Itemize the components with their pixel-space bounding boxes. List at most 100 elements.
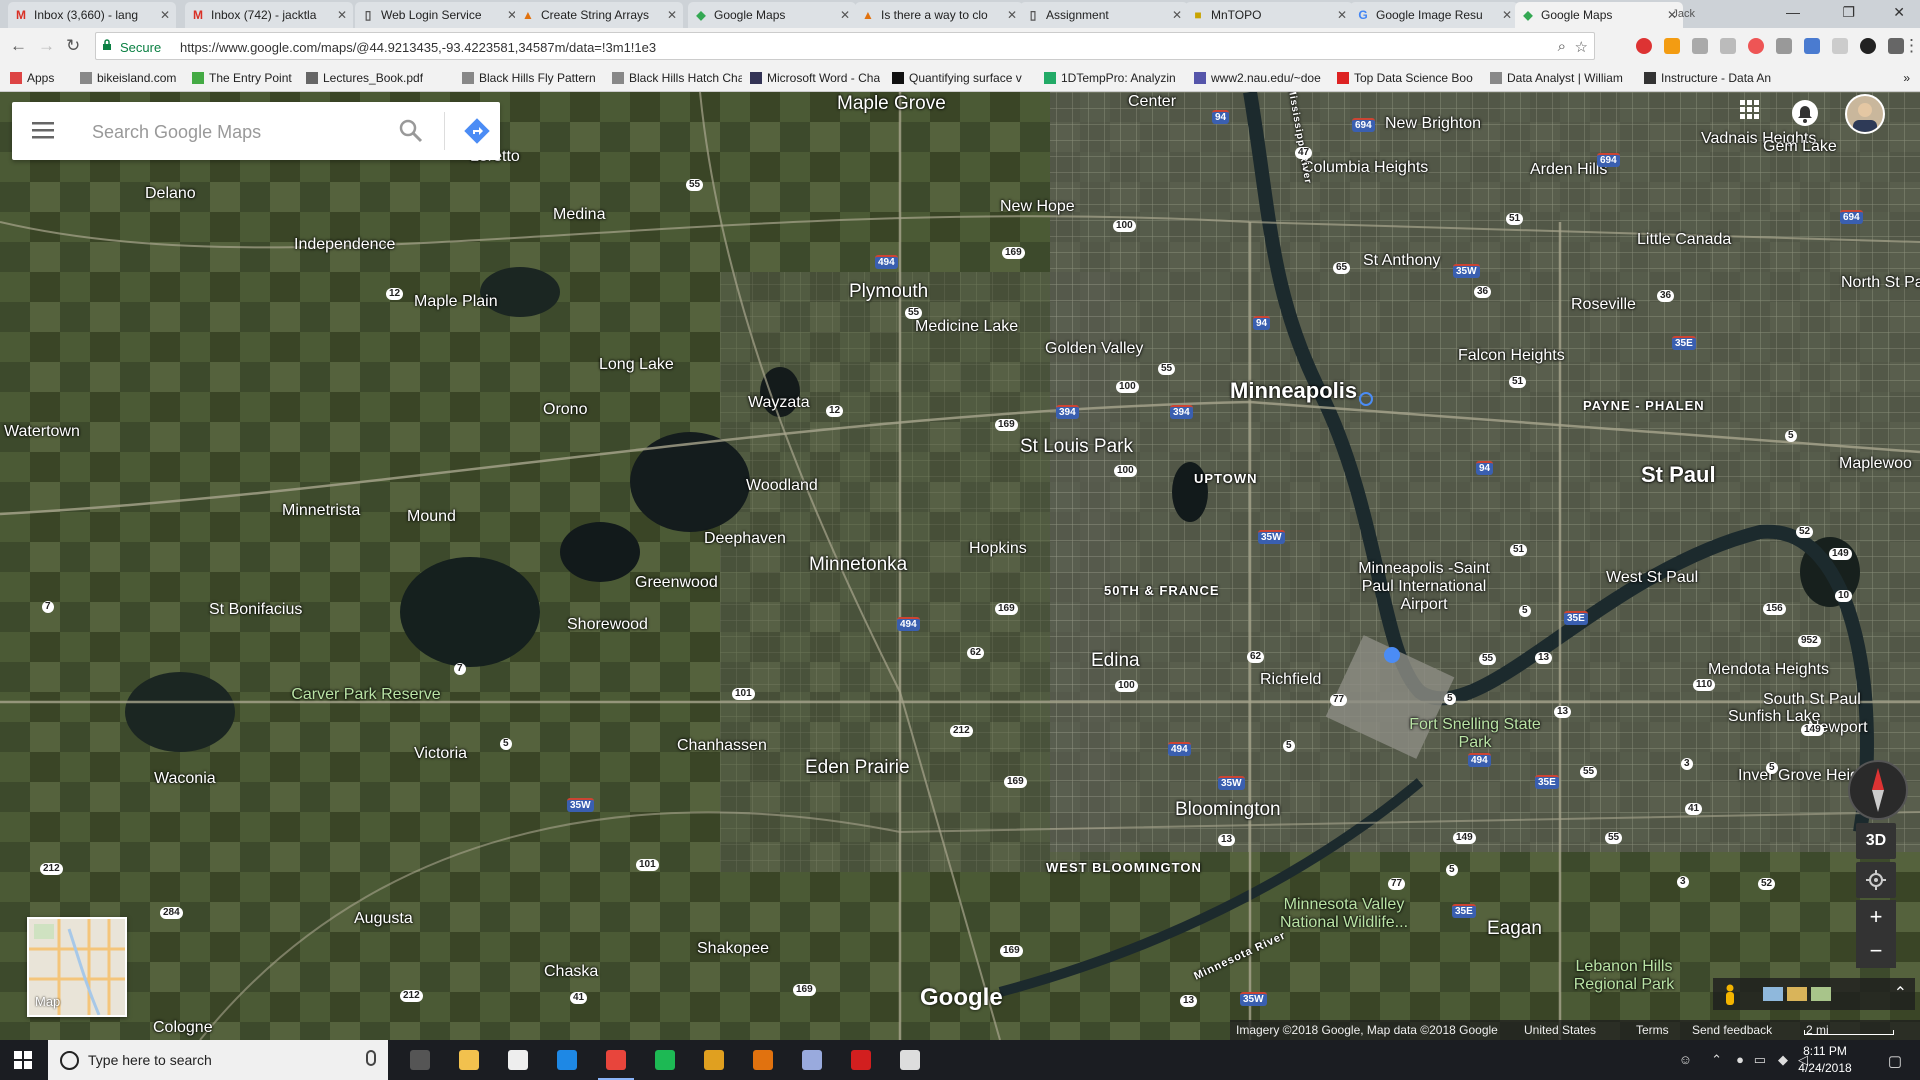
place-label[interactable]: Chaska bbox=[544, 963, 598, 981]
transit-layer-thumb[interactable] bbox=[1763, 987, 1783, 1001]
dropbox-icon[interactable]: ◆ bbox=[1778, 1052, 1788, 1068]
acrobat-taskbar-button[interactable] bbox=[837, 1040, 885, 1080]
file-explorer-taskbar-button[interactable] bbox=[445, 1040, 493, 1080]
place-label[interactable]: Orono bbox=[543, 401, 587, 419]
github-ext-icon[interactable] bbox=[1860, 38, 1876, 54]
people-icon[interactable]: ☺ bbox=[1679, 1052, 1692, 1067]
matlab-taskbar-button[interactable] bbox=[739, 1040, 787, 1080]
terrain-layer-thumb[interactable] bbox=[1811, 987, 1831, 1001]
close-tab-icon[interactable]: ✕ bbox=[160, 9, 170, 21]
google-apps-icon[interactable] bbox=[1740, 100, 1760, 120]
place-label[interactable]: Minnesota Valley National Wildlife... bbox=[1264, 896, 1424, 932]
ext-icon[interactable] bbox=[1832, 38, 1848, 54]
place-label[interactable]: New Brighton bbox=[1385, 115, 1481, 133]
pegman-icon[interactable] bbox=[1723, 984, 1737, 1006]
place-label[interactable]: Falcon Heights bbox=[1458, 347, 1565, 365]
tab-google-maps[interactable]: ◆ Google Maps ✕ bbox=[688, 2, 856, 28]
search-icon[interactable] bbox=[398, 118, 424, 144]
map-canvas[interactable]: Maple Grove Center New Brighton Vadnais Hei… bbox=[0, 92, 1920, 1040]
minimize-icon[interactable]: — bbox=[1786, 4, 1800, 20]
place-label[interactable]: Little Canada bbox=[1637, 231, 1731, 249]
place-label[interactable]: St Paul bbox=[1641, 462, 1716, 488]
place-label[interactable]: Maplewoo bbox=[1839, 455, 1912, 473]
opera-ext-icon[interactable] bbox=[1636, 38, 1652, 54]
place-label[interactable]: Columbia Heights bbox=[1302, 159, 1428, 177]
zoom-in-button[interactable]: + bbox=[1856, 900, 1896, 934]
map-view-toggle[interactable]: Map bbox=[27, 917, 127, 1017]
traffic-layer-thumb[interactable] bbox=[1787, 987, 1807, 1001]
place-label[interactable]: Hopkins bbox=[969, 540, 1027, 558]
place-label[interactable]: St Louis Park bbox=[1020, 436, 1133, 458]
task-view-taskbar-button[interactable] bbox=[396, 1040, 444, 1080]
ext-icon[interactable] bbox=[1888, 38, 1904, 54]
place-label[interactable]: Wayzata bbox=[748, 394, 810, 412]
place-label[interactable]: Fort Snelling State Park bbox=[1395, 716, 1555, 752]
place-label[interactable]: PAYNE - PHALEN bbox=[1583, 398, 1705, 413]
tab-inbox-3-660-lang[interactable]: M Inbox (3,660) - lang ✕ bbox=[8, 2, 176, 28]
place-label[interactable]: Minneapolis -Saint Paul International Ai… bbox=[1344, 560, 1504, 614]
tab-web-login-service[interactable]: ▯ Web Login Service ✕ bbox=[355, 2, 523, 28]
url-text[interactable]: https://www.google.com/maps/@44.9213435,… bbox=[180, 40, 656, 55]
show-hidden-icons[interactable]: ⌃ bbox=[1711, 1052, 1722, 1068]
rss-ext-icon[interactable] bbox=[1664, 38, 1680, 54]
notifications-icon[interactable] bbox=[1792, 100, 1818, 126]
address-bar[interactable]: Secure https://www.google.com/maps/@44.9… bbox=[95, 32, 1595, 60]
place-label[interactable]: Eden Prairie bbox=[805, 757, 910, 779]
place-label[interactable]: WEST BLOOMINGTON bbox=[1046, 860, 1202, 875]
place-label[interactable]: Minneapolis bbox=[1230, 378, 1357, 404]
home-taskbar-button[interactable] bbox=[494, 1040, 542, 1080]
back-icon[interactable]: ← bbox=[10, 36, 27, 56]
place-label[interactable]: Chanhassen bbox=[677, 737, 767, 755]
close-tab-icon[interactable]: ✕ bbox=[1502, 9, 1512, 21]
hamburger-menu-icon[interactable] bbox=[32, 121, 54, 139]
place-label[interactable]: Roseville bbox=[1571, 296, 1636, 314]
close-tab-icon[interactable]: ✕ bbox=[840, 9, 850, 21]
place-label[interactable]: Maple Plain bbox=[414, 293, 498, 311]
place-label[interactable]: Edina bbox=[1091, 650, 1140, 672]
place-label[interactable]: Lebanon Hills Regional Park bbox=[1544, 958, 1704, 994]
place-label[interactable]: Long Lake bbox=[599, 356, 674, 374]
bookmark-item[interactable]: Black Hills Hatch Cha bbox=[612, 71, 742, 85]
close-tab-icon[interactable]: ✕ bbox=[1172, 9, 1182, 21]
tab-google-maps[interactable]: ◆ Google Maps ✕ bbox=[1515, 2, 1683, 28]
close-tab-icon[interactable]: ✕ bbox=[337, 9, 347, 21]
taskbar-search-box[interactable]: Type here to search bbox=[48, 1040, 388, 1080]
close-tab-icon[interactable]: ✕ bbox=[667, 9, 677, 21]
bookmark-item[interactable]: Black Hills Fly Pattern bbox=[462, 71, 596, 85]
action-center-icon[interactable]: ▢ bbox=[1888, 1052, 1902, 1070]
place-label[interactable]: Watertown bbox=[4, 423, 80, 441]
microphone-icon[interactable] bbox=[366, 1050, 376, 1066]
close-tab-icon[interactable]: ✕ bbox=[1007, 9, 1017, 21]
place-label[interactable]: Mound bbox=[407, 508, 456, 526]
place-label[interactable]: Delano bbox=[145, 185, 196, 203]
place-label[interactable]: Medina bbox=[553, 206, 605, 224]
place-label[interactable]: Deephaven bbox=[704, 530, 786, 548]
forward-icon[interactable]: → bbox=[38, 36, 55, 56]
notes-taskbar-button[interactable] bbox=[788, 1040, 836, 1080]
place-label[interactable]: Medicine Lake bbox=[915, 318, 1018, 336]
record-ext-icon[interactable] bbox=[1748, 38, 1764, 54]
place-label[interactable]: Carver Park Reserve bbox=[286, 686, 446, 704]
place-label[interactable]: Cologne bbox=[153, 1019, 213, 1037]
puzzle-ext-icon[interactable] bbox=[1720, 38, 1736, 54]
compass-control[interactable] bbox=[1848, 760, 1908, 820]
reload-icon[interactable]: ↻ bbox=[66, 36, 80, 56]
place-label[interactable]: Richfield bbox=[1260, 671, 1321, 689]
place-label[interactable]: Maple Grove bbox=[837, 93, 946, 115]
edge-taskbar-button[interactable] bbox=[543, 1040, 591, 1080]
star-icon[interactable]: ☆ bbox=[1575, 38, 1588, 56]
place-label[interactable]: St Bonifacius bbox=[209, 601, 302, 619]
bookmark-item[interactable]: Quantifying surface v bbox=[892, 71, 1022, 85]
place-label[interactable]: Golden Valley bbox=[1045, 340, 1143, 358]
country-link[interactable]: United States bbox=[1524, 1020, 1596, 1040]
place-label[interactable]: South St Paul bbox=[1763, 691, 1861, 709]
tab-google-image-resu[interactable]: G Google Image Resu ✕ bbox=[1350, 2, 1518, 28]
chrome-menu-icon[interactable]: ⋮ bbox=[1903, 36, 1920, 56]
place-label[interactable]: Augusta bbox=[354, 910, 413, 928]
chrome-taskbar-button[interactable] bbox=[592, 1040, 640, 1080]
place-label[interactable]: Waconia bbox=[154, 770, 216, 788]
place-label[interactable]: Minnetonka bbox=[809, 554, 907, 576]
send-feedback-link[interactable]: Send feedback bbox=[1692, 1020, 1772, 1040]
tab-inbox-742-jacktla[interactable]: M Inbox (742) - jacktla ✕ bbox=[185, 2, 353, 28]
bookmark-item[interactable]: Instructure - Data An bbox=[1644, 71, 1771, 85]
